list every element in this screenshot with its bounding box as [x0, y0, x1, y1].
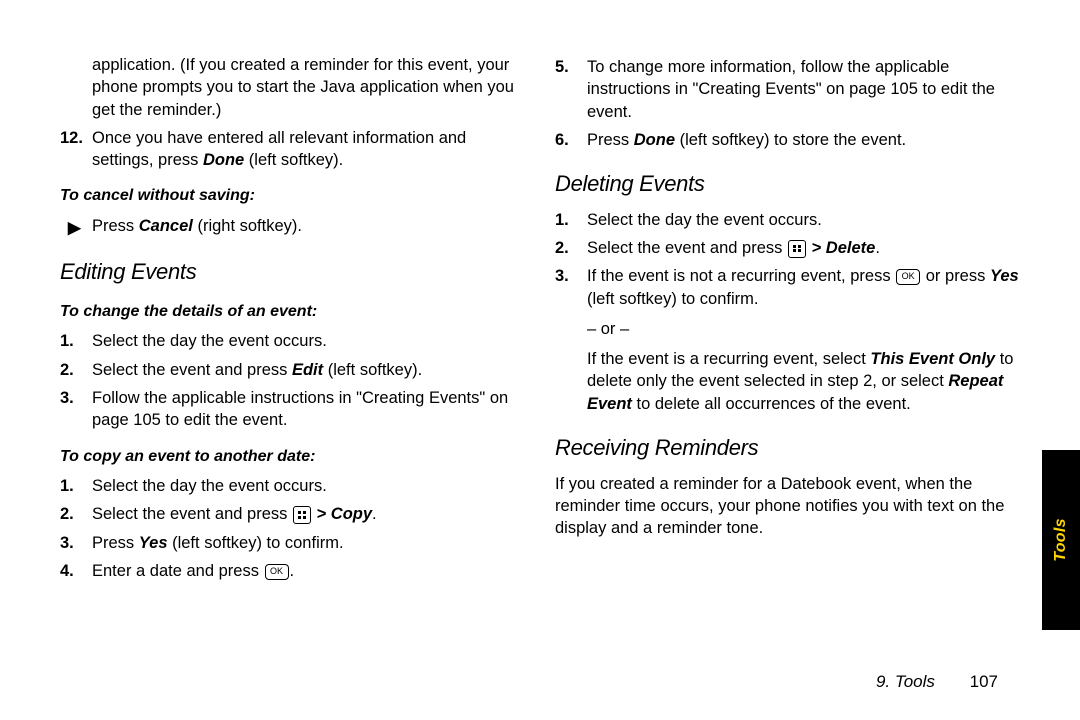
right-column: 5. To change more information, follow th…: [555, 50, 1020, 588]
copy-steps: 1. Select the day the event occurs. 2. S…: [60, 475, 525, 582]
step-body: Select the day the event occurs.: [92, 330, 525, 352]
deleting-events-heading: Deleting Events: [555, 169, 1020, 199]
continued-steps: 5. To change more information, follow th…: [555, 56, 1020, 151]
list-item: 4. Enter a date and press OK.: [60, 560, 525, 582]
step-body: Select the event and press Edit (left so…: [92, 359, 525, 381]
done-label: Done: [203, 151, 244, 169]
cancel-label: Cancel: [139, 217, 193, 235]
step-number: 5.: [555, 56, 587, 123]
manual-page: application. (If you created a reminder …: [0, 0, 1080, 720]
step-number: 3.: [60, 387, 92, 432]
list-item: 2. Select the event and press Edit (left…: [60, 359, 525, 381]
step-number: 3.: [555, 265, 587, 310]
list-item: 3. Follow the applicable instructions in…: [60, 387, 525, 432]
step-number: 12.: [60, 127, 92, 172]
list-item: 1. Select the day the event occurs.: [555, 209, 1020, 231]
step-body: Select the event and press > Copy.: [92, 503, 525, 525]
recurring-note: If the event is a recurring event, selec…: [587, 348, 1020, 415]
step-body: Select the event and press > Delete.: [587, 237, 1020, 259]
list-item: 3. Press Yes (left softkey) to confirm.: [60, 532, 525, 554]
step-body: Press Done (left softkey) to store the e…: [587, 129, 1020, 151]
receiving-reminders-body: If you created a reminder for a Datebook…: [555, 473, 1020, 540]
editing-events-heading: Editing Events: [60, 257, 525, 287]
list-item: 2. Select the event and press > Delete.: [555, 237, 1020, 259]
step-number: 3.: [60, 532, 92, 554]
list-item: 1. Select the day the event occurs.: [60, 475, 525, 497]
step-12: 12. Once you have entered all relevant i…: [60, 127, 525, 172]
list-item: 3. If the event is not a recurring event…: [555, 265, 1020, 310]
ok-key-icon: OK: [896, 269, 920, 285]
menu-key-icon: [788, 240, 806, 258]
step-body: Press Yes (left softkey) to confirm.: [92, 532, 525, 554]
reminder-note: application. (If you created a reminder …: [92, 54, 525, 121]
yes-label: Yes: [139, 534, 168, 552]
delete-label: Delete: [826, 239, 876, 257]
cancel-text: Press Cancel (right softkey).: [92, 215, 302, 237]
step-body: Follow the applicable instructions in "C…: [92, 387, 525, 432]
cancel-subheading: To cancel without saving:: [60, 185, 525, 207]
this-event-only-label: This Event Only: [870, 350, 995, 368]
step-number: 1.: [555, 209, 587, 231]
step-body: If the event is not a recurring event, p…: [587, 265, 1020, 310]
step-body: To change more information, follow the a…: [587, 56, 1020, 123]
left-column: application. (If you created a reminder …: [60, 50, 525, 588]
done-label: Done: [634, 131, 675, 149]
step-body: Enter a date and press OK.: [92, 560, 525, 582]
chapter-label: 9. Tools: [876, 672, 935, 691]
bullet-icon: ▶: [68, 215, 92, 239]
change-details-subheading: To change the details of an event:: [60, 301, 525, 323]
page-number: 107: [970, 672, 998, 691]
step-number: 2.: [60, 503, 92, 525]
or-separator: – or –: [587, 318, 1020, 340]
continued-paragraph: application. (If you created a reminder …: [92, 54, 525, 121]
step-number: 2.: [555, 237, 587, 259]
step-body: Select the day the event occurs.: [92, 475, 525, 497]
yes-label: Yes: [990, 267, 1019, 285]
list-item: 6. Press Done (left softkey) to store th…: [555, 129, 1020, 151]
list-item: 5. To change more information, follow th…: [555, 56, 1020, 123]
section-tab-label: Tools: [1052, 518, 1070, 562]
menu-key-icon: [293, 506, 311, 524]
page-footer: 9. Tools 107: [876, 672, 998, 692]
step-number: 1.: [60, 475, 92, 497]
cancel-instruction: ▶ Press Cancel (right softkey).: [68, 215, 525, 239]
step-list: 12. Once you have entered all relevant i…: [60, 127, 525, 172]
step-body: Select the day the event occurs.: [587, 209, 1020, 231]
delete-steps: 1. Select the day the event occurs. 2. S…: [555, 209, 1020, 310]
list-item: 2. Select the event and press > Copy.: [60, 503, 525, 525]
step-number: 2.: [60, 359, 92, 381]
two-column-layout: application. (If you created a reminder …: [60, 50, 1020, 588]
list-item: 1. Select the day the event occurs.: [60, 330, 525, 352]
step-body: Once you have entered all relevant infor…: [92, 127, 525, 172]
receiving-reminders-heading: Receiving Reminders: [555, 433, 1020, 463]
step-number: 1.: [60, 330, 92, 352]
ok-key-icon: OK: [265, 564, 289, 580]
edit-label: Edit: [292, 361, 323, 379]
section-tab: Tools: [1042, 450, 1080, 630]
copy-label: Copy: [331, 505, 372, 523]
copy-event-subheading: To copy an event to another date:: [60, 446, 525, 468]
edit-steps: 1. Select the day the event occurs. 2. S…: [60, 330, 525, 431]
step-number: 4.: [60, 560, 92, 582]
step-number: 6.: [555, 129, 587, 151]
